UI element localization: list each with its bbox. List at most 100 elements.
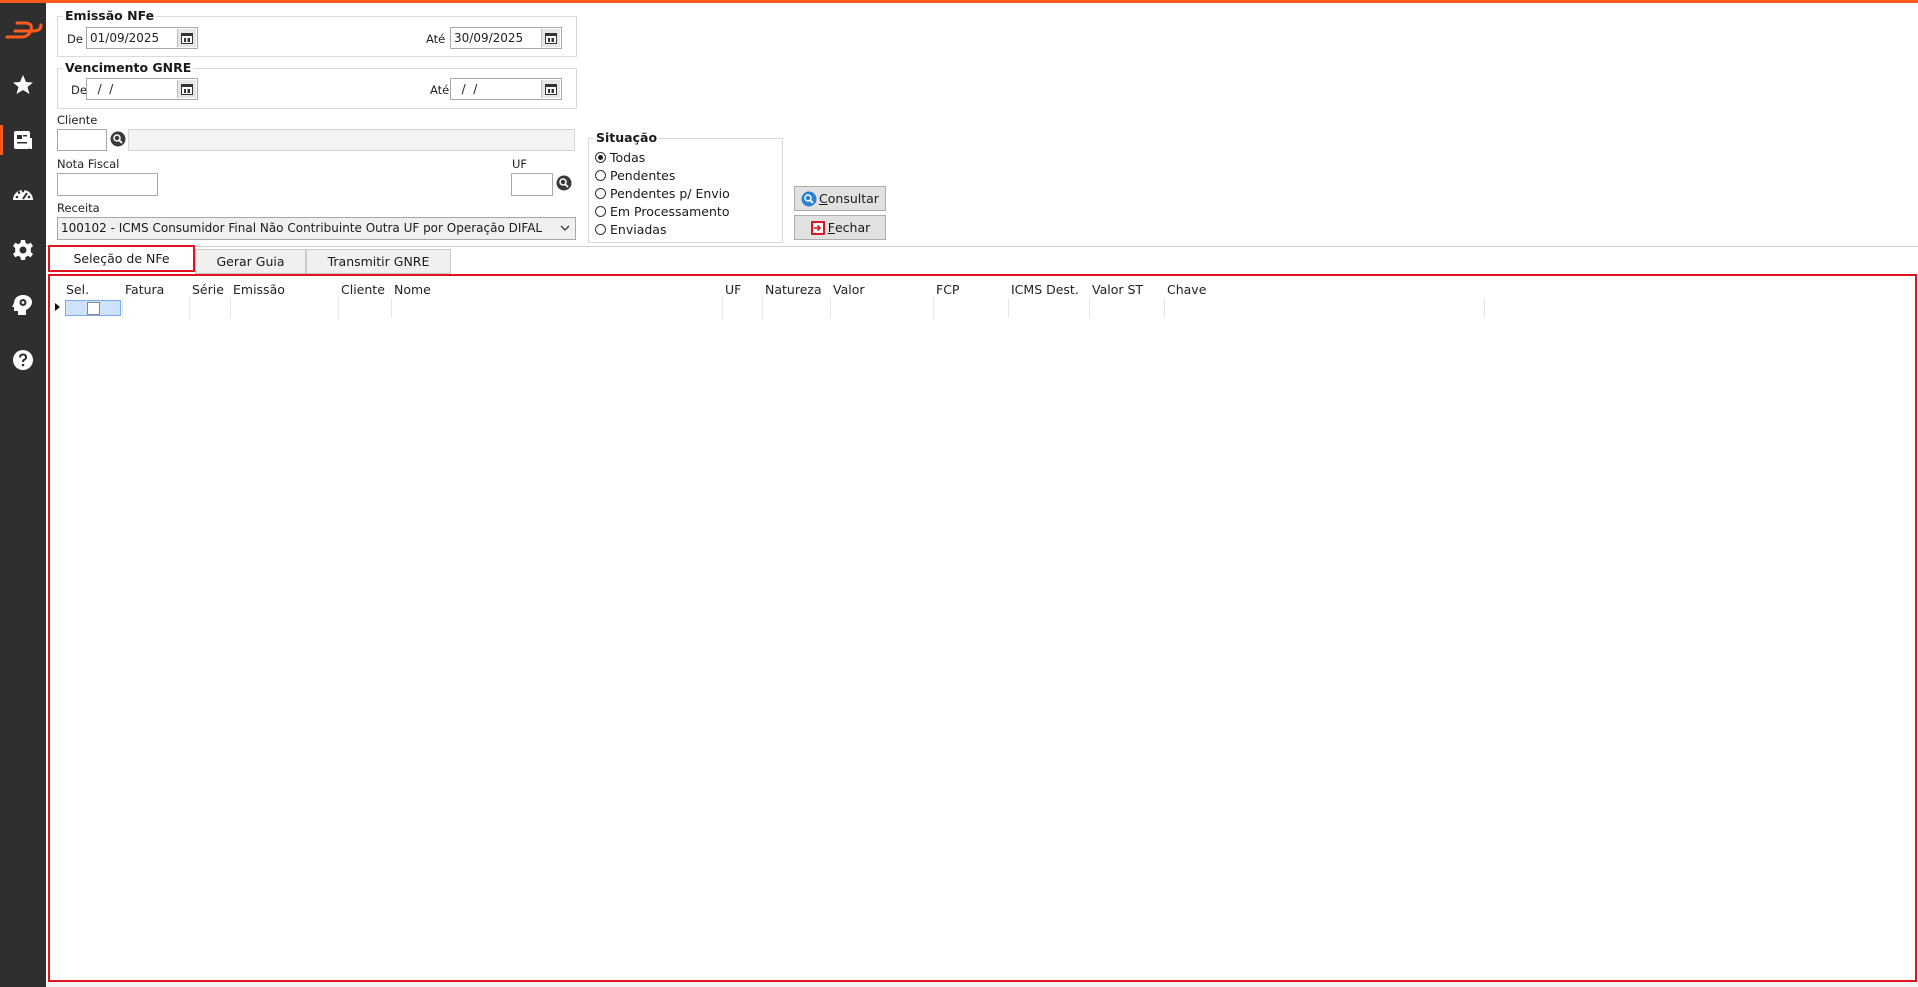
column-divider bbox=[1164, 298, 1165, 318]
column-divider bbox=[1008, 298, 1009, 318]
column-divider bbox=[230, 298, 231, 318]
vencimento-ate-field[interactable]: / / bbox=[450, 78, 562, 100]
star-icon[interactable] bbox=[0, 64, 46, 106]
search-icon bbox=[801, 191, 817, 206]
column-header-valor-st[interactable]: Valor ST bbox=[1092, 282, 1143, 297]
radio-enviadas[interactable]: Enviadas bbox=[595, 222, 666, 237]
top-accent-bar bbox=[0, 0, 1918, 3]
column-header-natureza[interactable]: Natureza bbox=[765, 282, 822, 297]
exit-icon bbox=[810, 220, 825, 235]
nota-fiscal-label: Nota Fiscal bbox=[57, 157, 120, 171]
emissao-de-value: 01/09/2025 bbox=[90, 31, 160, 45]
column-divider bbox=[1089, 298, 1090, 318]
column-header-cliente[interactable]: Cliente bbox=[341, 282, 385, 297]
column-header-serie[interactable]: Série bbox=[192, 282, 224, 297]
radio-button[interactable] bbox=[595, 188, 606, 199]
document-list-icon[interactable] bbox=[0, 119, 46, 161]
uf-label: UF bbox=[512, 157, 528, 171]
head-gear-icon[interactable] bbox=[0, 284, 46, 326]
uf-input[interactable] bbox=[511, 173, 553, 196]
tab-label: Gerar Guia bbox=[216, 254, 285, 269]
emissao-nfe-legend: Emissão NFe bbox=[63, 8, 157, 23]
column-divider bbox=[391, 298, 392, 318]
tab-label: Seleção de NFe bbox=[73, 251, 170, 266]
column-header-valor[interactable]: Valor bbox=[833, 282, 865, 297]
receita-select[interactable]: 100102 - ICMS Consumidor Final Não Contr… bbox=[57, 217, 576, 240]
vencimento-de-field[interactable]: / / bbox=[86, 78, 198, 100]
consultar-mnemonic: C bbox=[819, 191, 828, 206]
vencimento-ate-label: Até bbox=[430, 83, 450, 97]
radio-button[interactable] bbox=[595, 152, 606, 163]
radio-label: Todas bbox=[610, 150, 646, 165]
cliente-label: Cliente bbox=[57, 113, 98, 127]
consultar-button[interactable]: Consultar bbox=[794, 186, 886, 211]
search-icon[interactable] bbox=[110, 131, 126, 147]
vencimento-gnre-legend: Vencimento GNRE bbox=[63, 60, 194, 75]
emissao-ate-label: Até bbox=[426, 32, 446, 46]
row-select-checkbox[interactable] bbox=[87, 302, 100, 315]
column-divider bbox=[122, 298, 123, 318]
calendar-icon[interactable] bbox=[177, 80, 196, 98]
column-header-chave[interactable]: Chave bbox=[1167, 282, 1206, 297]
divider bbox=[46, 246, 1918, 247]
radio-button[interactable] bbox=[595, 170, 606, 181]
tab-transmitir-gnre[interactable]: Transmitir GNRE bbox=[306, 249, 451, 274]
fechar-button[interactable]: Fechar bbox=[794, 215, 886, 240]
emissao-de-label: De bbox=[67, 32, 83, 46]
nota-fiscal-input[interactable] bbox=[57, 173, 158, 196]
column-divider bbox=[933, 298, 934, 318]
gear-icon[interactable] bbox=[0, 229, 46, 271]
radio-button[interactable] bbox=[595, 224, 606, 235]
radio-label: Em Processamento bbox=[610, 204, 730, 219]
tab-gerar-guia[interactable]: Gerar Guia bbox=[195, 249, 306, 274]
current-row-indicator bbox=[55, 303, 60, 311]
radio-em-processamento[interactable]: Em Processamento bbox=[595, 204, 729, 219]
consultar-label: onsultar bbox=[827, 191, 879, 206]
cliente-code-input[interactable] bbox=[57, 129, 107, 151]
calendar-icon[interactable] bbox=[541, 80, 560, 98]
column-divider bbox=[189, 298, 190, 318]
help-circle-icon[interactable] bbox=[0, 339, 46, 381]
column-header-uf[interactable]: UF bbox=[725, 282, 741, 297]
cliente-name-field bbox=[128, 129, 575, 151]
nfe-grid[interactable]: Sel. Fatura Série Emissão Cliente Nome U… bbox=[48, 274, 1917, 982]
search-icon[interactable] bbox=[556, 175, 572, 191]
emissao-de-field[interactable]: 01/09/2025 bbox=[86, 27, 198, 49]
column-divider bbox=[830, 298, 831, 318]
column-divider bbox=[338, 298, 339, 318]
calendar-icon[interactable] bbox=[541, 29, 560, 47]
emissao-ate-field[interactable]: 30/09/2025 bbox=[450, 27, 562, 49]
logo-icon[interactable] bbox=[0, 9, 46, 51]
column-header-fcp[interactable]: FCP bbox=[936, 282, 959, 297]
column-header-sel[interactable]: Sel. bbox=[66, 282, 89, 297]
status-strip bbox=[46, 982, 1918, 987]
column-header-icms-dest[interactable]: ICMS Dest. bbox=[1011, 282, 1079, 297]
column-divider bbox=[762, 298, 763, 318]
column-header-nome[interactable]: Nome bbox=[394, 282, 431, 297]
receita-label: Receita bbox=[57, 201, 100, 215]
radio-label: Enviadas bbox=[610, 222, 667, 237]
column-header-emissao[interactable]: Emissão bbox=[233, 282, 285, 297]
tab-selecao-nfe[interactable]: Seleção de NFe bbox=[48, 245, 195, 272]
radio-button[interactable] bbox=[595, 206, 606, 217]
receita-value: 100102 - ICMS Consumidor Final Não Contr… bbox=[61, 221, 543, 235]
tab-label: Transmitir GNRE bbox=[327, 254, 430, 269]
sidebar bbox=[0, 3, 46, 987]
dashboard-gauge-icon[interactable] bbox=[0, 174, 46, 216]
radio-label: Pendentes bbox=[610, 168, 676, 183]
radio-label: Pendentes p/ Envio bbox=[610, 186, 730, 201]
column-divider bbox=[722, 298, 723, 318]
calendar-icon[interactable] bbox=[177, 29, 196, 47]
radio-todas[interactable]: Todas bbox=[595, 150, 645, 165]
radio-pendentes-envio[interactable]: Pendentes p/ Envio bbox=[595, 186, 730, 201]
vencimento-de-label: De bbox=[71, 83, 87, 97]
column-header-fatura[interactable]: Fatura bbox=[125, 282, 164, 297]
fechar-mnemonic: F bbox=[827, 220, 835, 235]
radio-pendentes[interactable]: Pendentes bbox=[595, 168, 675, 183]
vencimento-ate-value: / / bbox=[454, 82, 478, 96]
chevron-down-icon bbox=[560, 225, 570, 231]
table-row-select-cell[interactable] bbox=[65, 300, 121, 316]
column-divider bbox=[1484, 298, 1485, 318]
fechar-label: echar bbox=[834, 220, 871, 235]
vencimento-de-value: / / bbox=[90, 82, 114, 96]
